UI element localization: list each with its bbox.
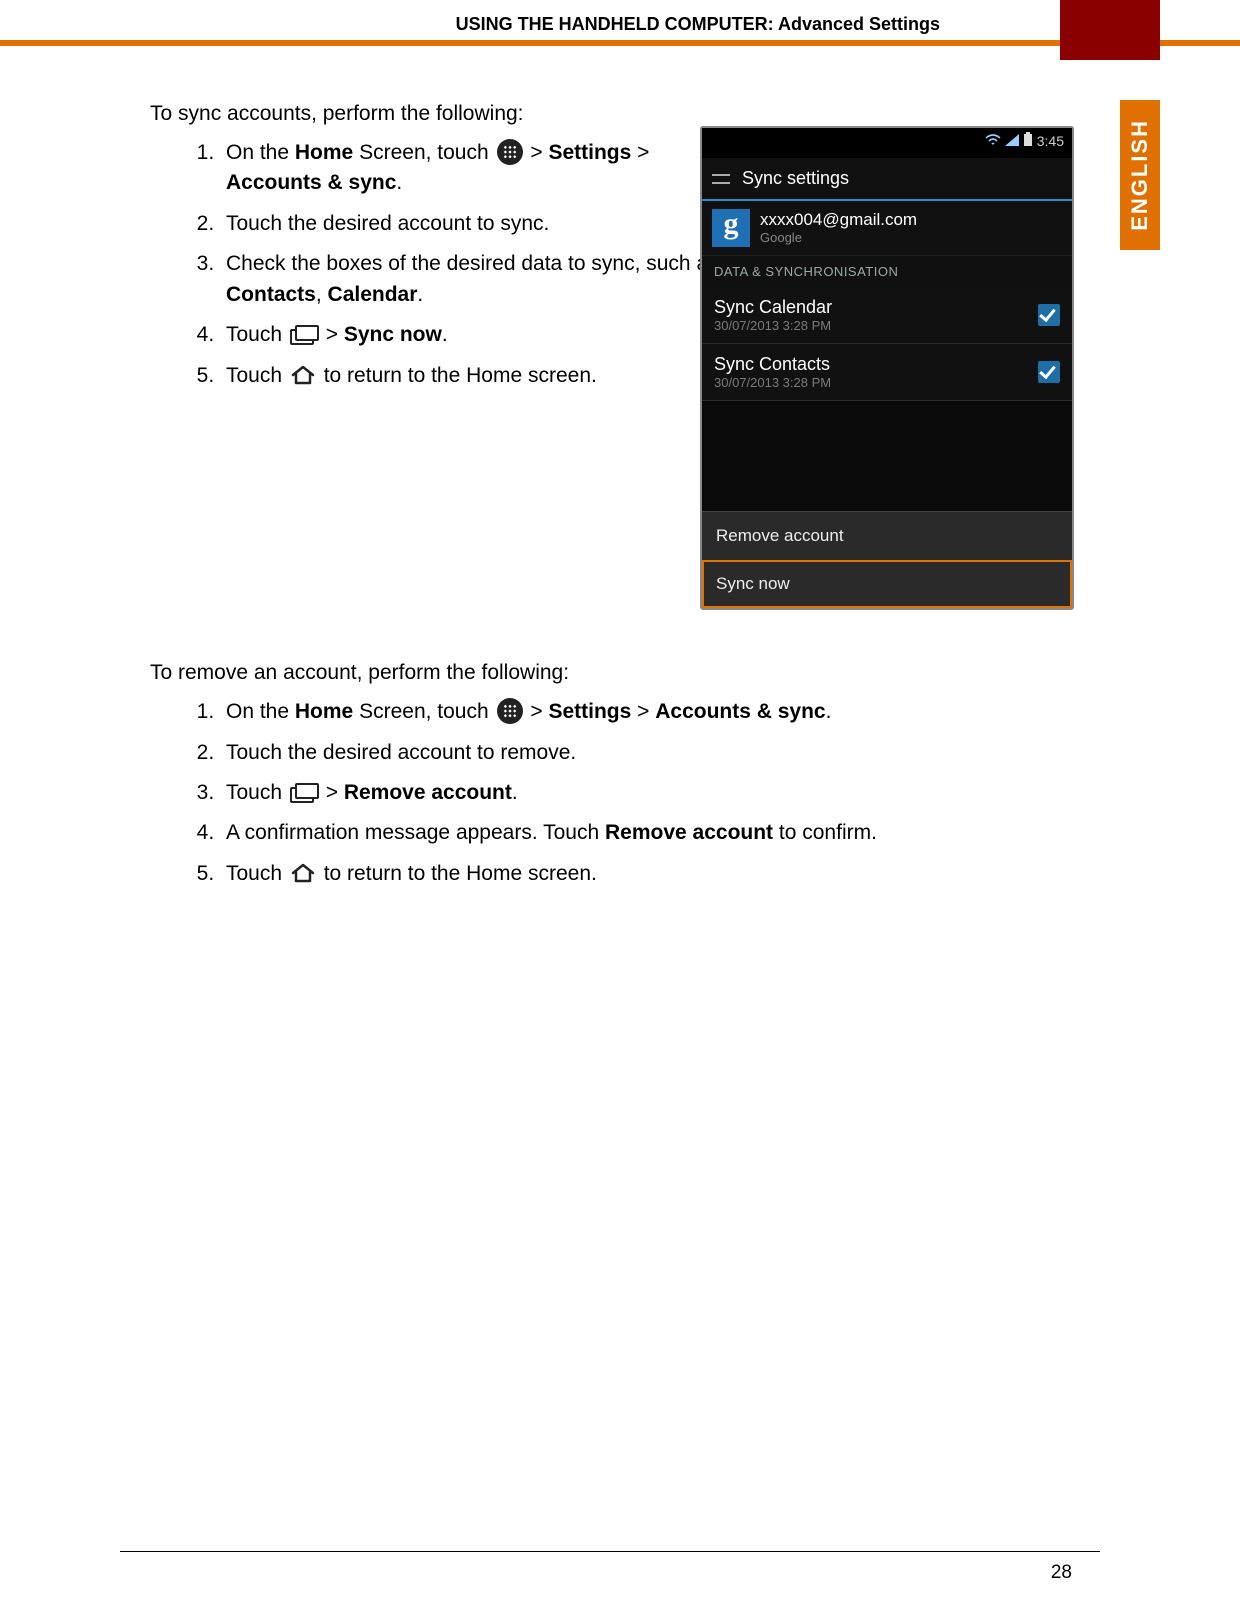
battery-icon <box>1023 133 1037 149</box>
phone-status-bar: 3:45 <box>702 128 1072 158</box>
account-row[interactable]: xxxx004@gmail.com Google <box>702 201 1072 256</box>
sync-step-3: Check the boxes of the desired data to s… <box>220 249 726 310</box>
header-accent-block <box>1060 0 1160 60</box>
remove-intro: To remove an account, perform the follow… <box>150 661 1050 685</box>
recent-apps-icon <box>290 326 318 344</box>
recent-apps-icon <box>290 784 318 802</box>
page-number: 28 <box>1051 1562 1072 1584</box>
phone-title-bar: Sync settings <box>702 158 1072 201</box>
sync-calendar-date: 30/07/2013 3:28 PM <box>714 318 832 333</box>
remove-step-1: On the Home Screen, touch > Settings > A… <box>220 697 1050 727</box>
home-icon <box>290 863 316 883</box>
sync-step-5: Touch to return to the Home screen. <box>220 361 726 391</box>
sync-intro: To sync accounts, perform the following: <box>150 102 1050 126</box>
checkbox-checked-icon[interactable] <box>1038 361 1060 383</box>
menu-remove-account[interactable]: Remove account <box>702 511 1072 560</box>
remove-step-4: A confirmation message appears. Touch Re… <box>220 818 1050 848</box>
wifi-icon <box>985 133 1005 149</box>
header-title: USING THE HANDHELD COMPUTER: Advanced Se… <box>456 14 940 35</box>
menu-sync-now[interactable]: Sync now <box>702 560 1072 608</box>
settings-slider-icon <box>712 172 732 186</box>
remove-step-5: Touch to return to the Home screen. <box>220 859 1050 889</box>
remove-step-3: Touch > Remove account. <box>220 778 1050 808</box>
sync-contacts-date: 30/07/2013 3:28 PM <box>714 375 831 390</box>
remove-step-2: Touch the desired account to remove. <box>220 738 1050 768</box>
sync-step-1: On the Home Screen, touch > Settings > A… <box>220 138 726 199</box>
account-email: xxxx004@gmail.com <box>760 211 917 230</box>
clock-text: 3:45 <box>1037 133 1064 149</box>
phone-blank-area <box>702 401 1072 511</box>
account-provider: Google <box>760 230 917 245</box>
sync-calendar-title: Sync Calendar <box>714 297 832 318</box>
page-header: USING THE HANDHELD COMPUTER: Advanced Se… <box>0 14 1240 40</box>
language-tab-label: ENGLISH <box>1127 119 1153 231</box>
google-badge-icon <box>712 209 750 247</box>
home-icon <box>290 365 316 385</box>
sync-contacts-title: Sync Contacts <box>714 354 831 375</box>
sync-contacts-row[interactable]: Sync Contacts 30/07/2013 3:28 PM <box>702 344 1072 401</box>
language-tab: ENGLISH <box>1120 100 1160 250</box>
remove-steps: On the Home Screen, touch > Settings > A… <box>150 697 1050 889</box>
header-rule <box>0 40 1240 46</box>
footer-rule <box>120 1551 1100 1552</box>
sync-calendar-row[interactable]: Sync Calendar 30/07/2013 3:28 PM <box>702 287 1072 344</box>
phone-screenshot: 3:45 Sync settings xxxx004@gmail.com Goo… <box>700 126 1074 610</box>
sync-step-2: Touch the desired account to sync. <box>220 209 726 239</box>
sync-step-4: Touch > Sync now. <box>220 320 726 350</box>
apps-icon <box>497 139 523 165</box>
checkbox-checked-icon[interactable] <box>1038 304 1060 326</box>
signal-icon <box>1005 133 1023 149</box>
apps-icon <box>497 698 523 724</box>
data-sync-section-label: DATA & SYNCHRONISATION <box>702 256 1072 287</box>
phone-title: Sync settings <box>742 168 849 188</box>
